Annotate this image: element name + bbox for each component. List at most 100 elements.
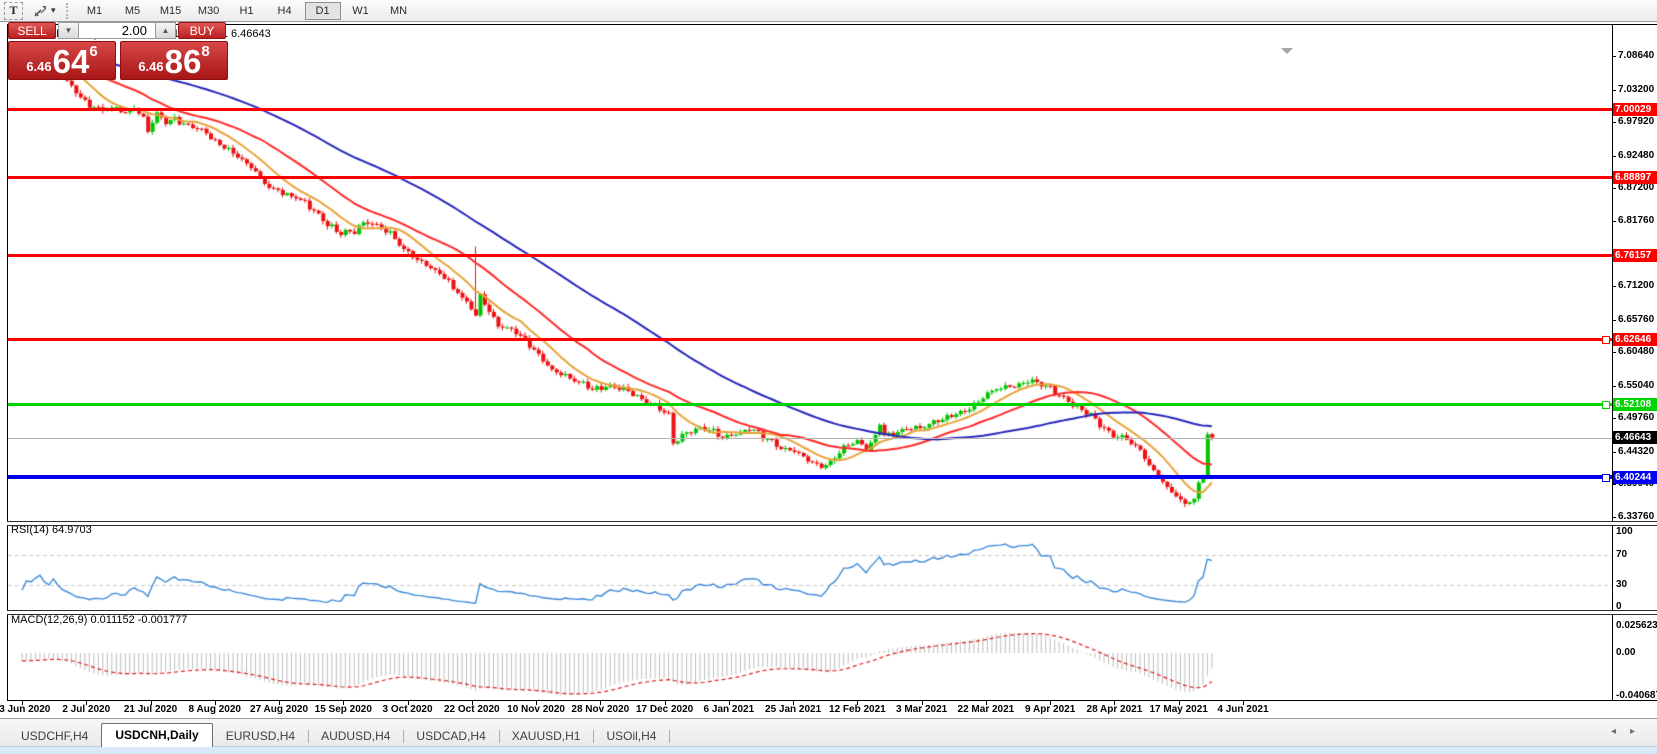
rsi-splitter[interactable] (7, 521, 1657, 526)
tab-divider (669, 730, 670, 743)
macd-axis-label: 0.00 (1616, 647, 1635, 658)
hline-handle[interactable] (1602, 401, 1610, 409)
date-tick-mark (600, 701, 601, 705)
date-tick-mark (536, 701, 537, 705)
main-chart-canvas[interactable] (8, 25, 1612, 521)
hline-handle[interactable] (1602, 474, 1610, 482)
timeframe-button-mn[interactable]: MN (381, 2, 417, 20)
price-tick-mark (1612, 122, 1616, 123)
cursor-tool-caret-icon[interactable]: ▾ (51, 5, 56, 16)
price-tick-label: 6.71200 (1618, 280, 1654, 291)
toolbar-separator (66, 3, 68, 19)
horizontal-line-7.00029[interactable] (8, 108, 1612, 111)
timeframe-button-w1[interactable]: W1 (343, 2, 379, 20)
price-tick-mark (1612, 352, 1616, 353)
horizontal-line-6.52108[interactable] (8, 403, 1612, 406)
crosshair-arrows-icon (33, 4, 48, 18)
date-tick-mark (1050, 701, 1051, 705)
chart-tab-usdcnh[interactable]: USDCNH,Daily (101, 723, 212, 747)
date-tick-mark (922, 701, 923, 705)
price-tick-mark (1612, 320, 1616, 321)
date-tick-mark (857, 701, 858, 705)
hline-price-tag: 6.62646 (1613, 333, 1657, 346)
tab-scroll-arrows: ◂▸ (1611, 726, 1649, 737)
chart-window: ▲USDCNH,Daily 6.47239 6.47416 6.46171 6.… (0, 22, 1657, 718)
timeframe-button-h1[interactable]: H1 (229, 2, 265, 20)
date-tick-mark (1179, 701, 1180, 705)
date-tick-mark (793, 701, 794, 705)
price-tick-label: 7.03200 (1618, 84, 1654, 95)
current-price-line (8, 438, 1612, 439)
macd-panel-canvas[interactable] (8, 613, 1612, 700)
timeframe-button-m5[interactable]: M5 (115, 2, 151, 20)
buy-price-display[interactable]: 6.46 86 8 (120, 41, 228, 80)
current-price-tag: 6.46643 (1613, 431, 1657, 444)
buy-button[interactable]: BUY (178, 22, 226, 39)
text-tool-icon[interactable]: T (4, 2, 23, 20)
one-click-trading-panel: SELL ▼ ▲ BUY 6.46 64 6 6.46 86 8 (8, 22, 230, 80)
price-tick-mark (1612, 156, 1616, 157)
date-label: 4 Jun 2021 (1201, 704, 1285, 715)
hline-price-tag: 6.76157 (1613, 249, 1657, 262)
date-axis: 13 Jun 20202 Jul 202021 Jul 20208 Aug 20… (0, 702, 1657, 718)
buy-price-sup: 8 (201, 43, 209, 60)
price-tick-label: 6.60480 (1618, 346, 1654, 357)
sell-button[interactable]: SELL (8, 22, 56, 39)
horizontal-line-6.88897[interactable] (8, 176, 1612, 179)
timeframe-button-group: M1M5M15M30H1H4D1W1MN (76, 2, 418, 20)
date-tick-mark (408, 701, 409, 705)
buy-price-big: 86 (165, 45, 202, 78)
hline-handle[interactable] (1602, 336, 1610, 344)
volume-spinner: ▼ ▲ (58, 22, 176, 39)
date-tick-mark (665, 701, 666, 705)
date-tick-mark (22, 701, 23, 705)
sell-price-display[interactable]: 6.46 64 6 (8, 41, 116, 80)
price-tick-label: 6.97920 (1618, 116, 1654, 127)
volume-increase-icon[interactable]: ▲ (155, 22, 176, 39)
time-axis-border (7, 700, 1657, 701)
date-tick-mark (472, 701, 473, 705)
timeframe-button-m15[interactable]: M15 (153, 2, 189, 20)
chart-tab-xauusd[interactable]: XAUUSD,H1 (499, 726, 594, 747)
horizontal-line-6.76157[interactable] (8, 254, 1612, 257)
chart-tab-audusd[interactable]: AUDUSD,H4 (308, 726, 403, 747)
timeframe-button-m1[interactable]: M1 (77, 2, 113, 20)
price-tick-mark (1612, 418, 1616, 419)
chart-tab-usdcad[interactable]: USDCAD,H4 (403, 726, 498, 747)
rsi-axis-label: 100 (1616, 526, 1633, 537)
sell-price-big: 64 (53, 45, 90, 78)
buy-price-prefix: 6.46 (138, 59, 163, 74)
chart-tab-usoil[interactable]: USOil,H4 (593, 726, 669, 747)
chart-tab-bar: USDCHF,H4USDCNH,DailyEURUSD,H4AUDUSD,H4U… (0, 718, 1657, 747)
price-tick-mark (1612, 286, 1616, 287)
volume-input[interactable] (79, 22, 155, 39)
tab-scroll-right-icon[interactable]: ▸ (1630, 726, 1649, 737)
price-tick-label: 6.65760 (1618, 314, 1654, 325)
timeframe-button-d1[interactable]: D1 (305, 2, 341, 20)
price-tick-mark (1612, 484, 1616, 485)
hline-price-tag: 7.00029 (1613, 103, 1657, 116)
chart-tab-usdchf[interactable]: USDCHF,H4 (8, 726, 101, 747)
timeframe-button-m30[interactable]: M30 (191, 2, 227, 20)
hline-price-tag: 6.40244 (1613, 471, 1657, 484)
volume-decrease-icon[interactable]: ▼ (58, 22, 79, 39)
price-tick-label: 6.81760 (1618, 215, 1654, 226)
chart-shift-marker-icon[interactable] (1281, 48, 1293, 54)
chart-tab-eurusd[interactable]: EURUSD,H4 (213, 726, 308, 747)
price-tick-label: 6.49760 (1618, 412, 1654, 423)
cursor-tool-button[interactable]: ▾ (33, 4, 56, 18)
price-tick-mark (1612, 452, 1616, 453)
tab-scroll-left-icon[interactable]: ◂ (1611, 726, 1630, 737)
price-axis-border (1612, 24, 1613, 701)
rsi-panel-canvas[interactable] (8, 524, 1612, 610)
timeframe-button-h4[interactable]: H4 (267, 2, 303, 20)
horizontal-line-6.40244[interactable] (8, 475, 1612, 479)
sell-price-prefix: 6.46 (26, 59, 51, 74)
price-tick-mark (1612, 188, 1616, 189)
price-tick-mark (1612, 517, 1616, 518)
date-tick-mark (343, 701, 344, 705)
macd-splitter[interactable] (7, 610, 1657, 615)
price-tick-label: 6.55040 (1618, 380, 1654, 391)
macd-label: MACD(12,26,9) 0.011152 -0.001777 (11, 614, 187, 626)
horizontal-line-6.62646[interactable] (8, 338, 1612, 341)
